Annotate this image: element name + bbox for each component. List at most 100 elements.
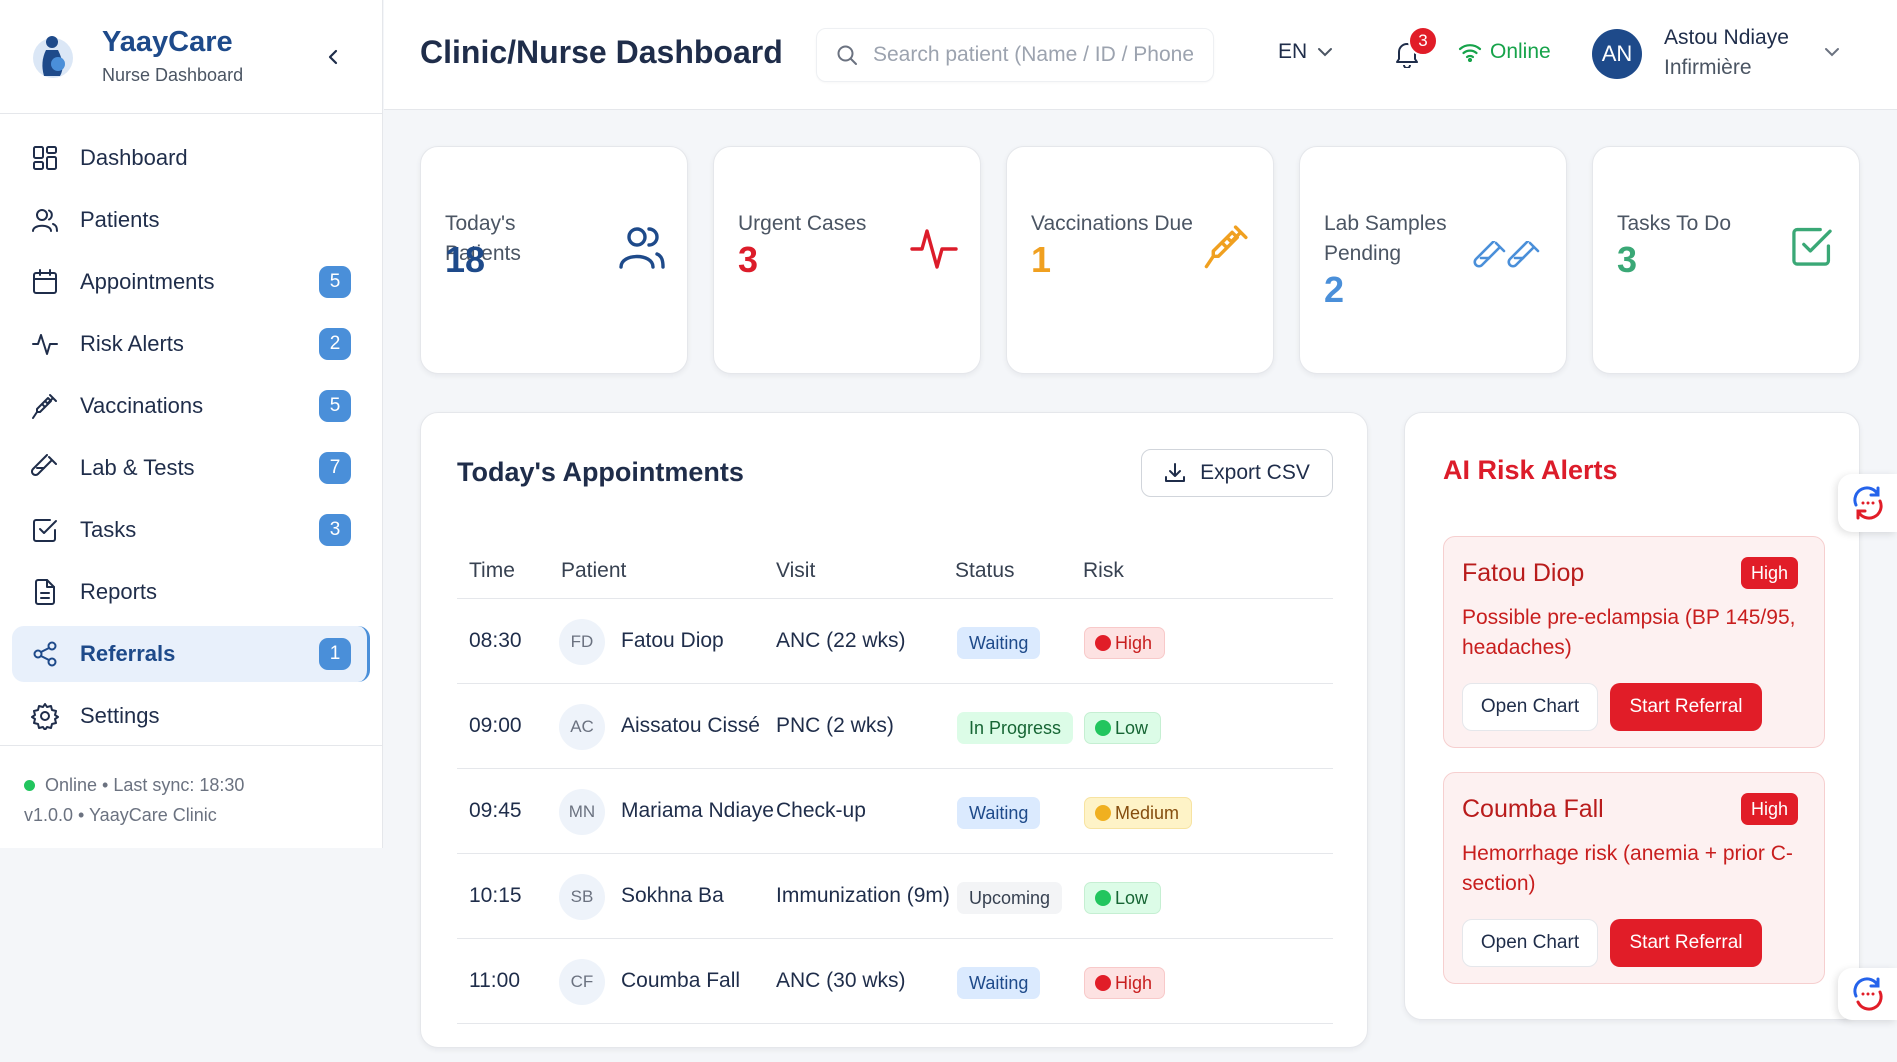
patient-name: Aissatou Cissé bbox=[621, 714, 760, 737]
sidebar-item-vaccinations[interactable]: Vaccinations 5 bbox=[12, 378, 370, 434]
risk-dot-icon bbox=[1095, 975, 1111, 991]
patient-name: Coumba Fall bbox=[621, 969, 741, 992]
alert-patient-name: Fatou Diop bbox=[1462, 559, 1585, 587]
sidebar-item-label: Patients bbox=[80, 207, 160, 232]
column-header-risk: Risk bbox=[1083, 559, 1124, 582]
sidebar-item-risk-alerts[interactable]: Risk Alerts 2 bbox=[12, 316, 370, 372]
chat-sync-icon bbox=[1852, 977, 1883, 1011]
online-dot-icon bbox=[24, 780, 35, 791]
stat-card-vaccinations-due[interactable]: Vaccinations Due 1 bbox=[1006, 146, 1274, 374]
visit-type: Check-up bbox=[776, 799, 866, 822]
risk-badge: Low bbox=[1084, 882, 1162, 914]
top-header: Clinic/Nurse Dashboard EN 3 Online AN As… bbox=[384, 0, 1897, 110]
risk-badge: High bbox=[1084, 627, 1166, 659]
sidebar-item-dashboard[interactable]: Dashboard bbox=[12, 130, 370, 186]
sidebar-footer: Online • Last sync: 18:30 v1.0.0 • YaayC… bbox=[0, 745, 382, 830]
table-row[interactable]: 09:00 AC Aissatou Cissé PNC (2 wks) In P… bbox=[457, 684, 1333, 769]
patient-initials-avatar: AC bbox=[559, 704, 605, 750]
risk-badge: High bbox=[1084, 967, 1166, 999]
sidebar-item-tasks[interactable]: Tasks 3 bbox=[12, 502, 370, 558]
stat-value: 1 bbox=[1031, 239, 1052, 280]
risk-badge: Low bbox=[1084, 712, 1162, 744]
sidebar-item-label: Settings bbox=[80, 703, 160, 728]
users-icon bbox=[619, 227, 665, 269]
file-text-icon bbox=[30, 577, 60, 607]
alert-item: Coumba Fall High Hemorrhage risk (anemia… bbox=[1443, 772, 1825, 984]
count-badge: 7 bbox=[319, 452, 351, 484]
search-input[interactable] bbox=[873, 43, 1193, 67]
sidebar-item-settings[interactable]: Settings bbox=[12, 688, 370, 744]
sidebar-item-label: Reports bbox=[80, 579, 158, 604]
table-header: Time Patient Visit Status Risk bbox=[457, 543, 1333, 599]
table-row[interactable]: 11:00 CF Coumba Fall ANC (30 wks) Waitin… bbox=[457, 939, 1333, 1024]
risk-dot-icon bbox=[1095, 805, 1111, 821]
stat-card-todays-patients[interactable]: Today's Patients 18 bbox=[420, 146, 688, 374]
users-icon bbox=[30, 205, 60, 235]
calendar-icon bbox=[30, 267, 60, 297]
language-value: EN bbox=[1278, 40, 1308, 63]
stat-value: 2 bbox=[1324, 269, 1345, 310]
syringe-icon bbox=[30, 391, 60, 421]
export-csv-button[interactable]: Export CSV bbox=[1141, 449, 1333, 497]
notifications-button[interactable]: 3 bbox=[1392, 26, 1438, 76]
syringe-icon bbox=[1204, 225, 1248, 269]
floating-assistant-button[interactable] bbox=[1838, 474, 1897, 532]
stat-card-tasks-to-do[interactable]: Tasks To Do 3 bbox=[1592, 146, 1860, 374]
patient-name: Fatou Diop bbox=[621, 629, 724, 652]
version-info: v1.0.0 • YaayCare Clinic bbox=[24, 805, 217, 825]
language-selector[interactable]: EN bbox=[1278, 40, 1333, 64]
sidebar-item-label: Risk Alerts bbox=[80, 331, 184, 356]
user-menu-toggle[interactable] bbox=[1824, 44, 1840, 62]
gear-icon bbox=[30, 701, 60, 731]
sidebar-item-label: Vaccinations bbox=[80, 393, 204, 418]
sidebar-nav: Dashboard Patients Appointments 5 Risk A… bbox=[0, 114, 382, 744]
open-chart-button[interactable]: Open Chart bbox=[1462, 683, 1598, 731]
sidebar-item-lab-tests[interactable]: Lab & Tests 7 bbox=[12, 440, 370, 496]
sidebar-item-label: Referrals bbox=[80, 641, 176, 666]
user-name: Astou Ndiaye bbox=[1664, 26, 1789, 49]
risk-dot-icon bbox=[1095, 890, 1111, 906]
start-referral-button[interactable]: Start Referral bbox=[1610, 919, 1762, 967]
collapse-sidebar-button[interactable] bbox=[318, 42, 348, 72]
open-chart-button[interactable]: Open Chart bbox=[1462, 919, 1598, 967]
table-row[interactable]: 09:45 MN Mariama Ndiaye Check-up Waiting… bbox=[457, 769, 1333, 854]
patient-initials-avatar: MN bbox=[559, 789, 605, 835]
page-title: Clinic/Nurse Dashboard bbox=[420, 34, 783, 70]
risk-level-badge: High bbox=[1741, 793, 1799, 825]
status-badge: In Progress bbox=[957, 712, 1074, 744]
chevron-left-icon bbox=[328, 49, 338, 65]
stat-card-lab-samples-pending[interactable]: Lab Samples Pending 2 bbox=[1299, 146, 1567, 374]
avatar[interactable]: AN bbox=[1592, 29, 1642, 79]
count-badge: 5 bbox=[319, 266, 351, 298]
chevron-down-icon bbox=[1825, 48, 1839, 57]
connection-label: Online bbox=[1490, 40, 1551, 63]
stat-value: 3 bbox=[1617, 239, 1638, 280]
visit-type: ANC (30 wks) bbox=[776, 969, 906, 992]
sidebar-item-appointments[interactable]: Appointments 5 bbox=[12, 254, 370, 310]
floating-assistant-button[interactable] bbox=[1838, 968, 1897, 1020]
share-icon bbox=[30, 639, 60, 669]
sidebar-item-patients[interactable]: Patients bbox=[12, 192, 370, 248]
check-square-icon bbox=[1792, 227, 1832, 266]
appointment-time: 11:00 bbox=[469, 969, 520, 992]
export-csv-label: Export CSV bbox=[1200, 461, 1310, 484]
test-tube-icon bbox=[1473, 241, 1540, 268]
brand-header: YaayCare Nurse Dashboard bbox=[0, 0, 382, 114]
check-square-icon bbox=[30, 515, 60, 545]
table-row[interactable]: 08:30 FD Fatou Diop ANC (22 wks) Waiting… bbox=[457, 599, 1333, 684]
sidebar-item-referrals[interactable]: Referrals 1 bbox=[12, 626, 370, 682]
sidebar-item-label: Tasks bbox=[80, 517, 137, 542]
sidebar-item-reports[interactable]: Reports bbox=[12, 564, 370, 620]
alert-item: Fatou Diop High Possible pre-eclampsia (… bbox=[1443, 536, 1825, 748]
wifi-icon bbox=[1458, 44, 1482, 62]
alert-description: Possible pre-eclampsia (BP 145/95, heada… bbox=[1462, 606, 1796, 659]
search-box bbox=[816, 28, 1214, 82]
brand-title: YaayCare bbox=[102, 26, 233, 59]
count-badge: 2 bbox=[319, 328, 351, 360]
stat-card-urgent-cases[interactable]: Urgent Cases 3 bbox=[713, 146, 981, 374]
risk-dot-icon bbox=[1095, 635, 1111, 651]
visit-type: Immunization (9m) bbox=[776, 884, 950, 907]
status-badge: Waiting bbox=[957, 627, 1041, 659]
table-row[interactable]: 10:15 SB Sokhna Ba Immunization (9m) Upc… bbox=[457, 854, 1333, 939]
start-referral-button[interactable]: Start Referral bbox=[1610, 683, 1762, 731]
